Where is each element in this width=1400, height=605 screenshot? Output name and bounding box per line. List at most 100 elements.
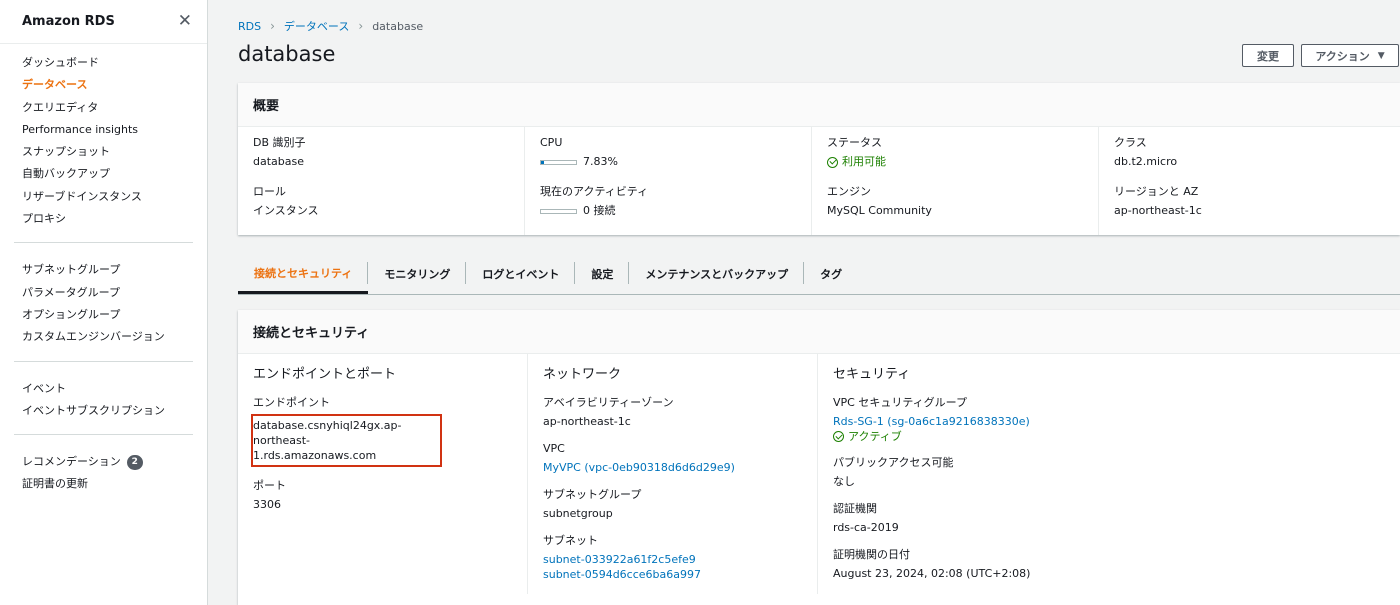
sidebar-item-automated-backups[interactable]: 自動バックアップ bbox=[22, 163, 207, 185]
db-id-label: DB 識別子 bbox=[253, 136, 306, 149]
close-icon[interactable]: ✕ bbox=[178, 13, 192, 30]
chevron-right-icon: › bbox=[270, 19, 275, 33]
sidebar-group-config: サブネットグループ パラメータグループ オプショングループ カスタムエンジンバー… bbox=[0, 251, 207, 354]
region-label: リージョンと AZ bbox=[1114, 185, 1199, 198]
subnet-group-value: subnetgroup bbox=[543, 507, 613, 520]
tab-configuration[interactable]: 設定 bbox=[575, 254, 630, 294]
sidebar-item-snapshots[interactable]: スナップショット bbox=[22, 141, 207, 163]
actions-button-label: アクション bbox=[1315, 49, 1370, 63]
sidebar-group-misc: レコメンデーション 2 証明書の更新 bbox=[0, 443, 207, 502]
sidebar-item-databases[interactable]: データベース bbox=[22, 74, 207, 96]
sidebar-divider bbox=[14, 360, 193, 362]
caret-down-icon: ▼ bbox=[1377, 50, 1385, 61]
cpu-progress-bar bbox=[540, 159, 577, 165]
sidebar-item-parameter-groups[interactable]: パラメータグループ bbox=[22, 282, 207, 304]
activity-value: 0 接続 bbox=[540, 204, 796, 218]
breadcrumb-databases[interactable]: データベース bbox=[284, 18, 349, 34]
chevron-right-icon: › bbox=[358, 19, 364, 33]
sidebar-item-proxies[interactable]: プロキシ bbox=[22, 208, 207, 230]
endpoint-value[interactable]: database.csnyhiql24gx.ap-northeast- 1.rd… bbox=[251, 414, 442, 467]
connectivity-grid: エンドポイントとポート エンドポイント database.csnyhiql24g… bbox=[238, 354, 1400, 594]
class-label: クラス bbox=[1114, 136, 1147, 149]
breadcrumb: RDS › データベース › database bbox=[238, 18, 423, 34]
sidebar-item-performance-insights[interactable]: Performance insights bbox=[22, 119, 207, 141]
security-group-label: VPC セキュリティグループ bbox=[833, 396, 968, 409]
port-value: 3306 bbox=[253, 498, 281, 511]
security-group-value: Rds-SG-1 (sg-0a6c1a9216838330e) アクティブ bbox=[833, 414, 1093, 444]
sidebar-divider bbox=[14, 242, 193, 244]
tab-monitoring[interactable]: モニタリング bbox=[368, 254, 467, 294]
status-text: 利用可能 bbox=[842, 155, 886, 168]
actions-button[interactable]: アクション ▼ bbox=[1301, 44, 1399, 67]
sidebar: Amazon RDS ✕ ダッシュボード データベース クエリエディタ Perf… bbox=[0, 0, 208, 605]
check-circle-icon bbox=[833, 431, 844, 442]
subnets-label: サブネット bbox=[543, 534, 598, 547]
class-value: db.t2.micro bbox=[1114, 155, 1178, 168]
region-value: ap-northeast-1c bbox=[1114, 204, 1202, 217]
sidebar-item-events[interactable]: イベント bbox=[22, 378, 207, 400]
sidebar-item-certificate-update[interactable]: 証明書の更新 bbox=[22, 473, 207, 495]
activity-progress-bar bbox=[540, 208, 577, 214]
modify-button[interactable]: 変更 bbox=[1242, 44, 1294, 67]
role-label: ロール bbox=[253, 185, 286, 198]
breadcrumb-rds[interactable]: RDS bbox=[238, 20, 261, 33]
tab-tags[interactable]: タグ bbox=[804, 254, 858, 294]
subnet-group-label: サブネットグループ bbox=[543, 488, 642, 501]
endpoint-line-2: 1.rds.amazonaws.com bbox=[253, 449, 377, 462]
engine-label: エンジン bbox=[827, 185, 871, 198]
engine-value: MySQL Community bbox=[827, 204, 932, 217]
activity-label: 現在のアクティビティ bbox=[540, 185, 649, 198]
sidebar-item-event-subscriptions[interactable]: イベントサブスクリプション bbox=[22, 400, 207, 422]
summary-panel: 概要 DB 識別子 database ロール インスタンス CPU 7.83% … bbox=[238, 83, 1400, 235]
breadcrumb-current: database bbox=[372, 19, 424, 33]
tab-maintenance-backup[interactable]: メンテナンスとバックアップ bbox=[629, 254, 804, 294]
sidebar-item-custom-engine-versions[interactable]: カスタムエンジンバージョン bbox=[22, 326, 207, 348]
sidebar-header: Amazon RDS ✕ bbox=[0, 0, 207, 44]
security-column: セキュリティ VPC セキュリティグループ Rds-SG-1 (sg-0a6c1… bbox=[818, 354, 1108, 594]
security-group-status-text: アクティブ bbox=[848, 430, 902, 443]
vpc-link[interactable]: MyVPC (vpc-0eb90318d6d6d29e9) bbox=[543, 461, 735, 474]
az-label: アベイラビリティーゾーン bbox=[543, 396, 674, 409]
cpu-progress-fill bbox=[541, 160, 544, 164]
role-value: インスタンス bbox=[253, 204, 319, 217]
status-label: ステータス bbox=[827, 136, 882, 149]
vpc-label: VPC bbox=[543, 442, 565, 455]
az-value: ap-northeast-1c bbox=[543, 415, 631, 428]
sidebar-group-events: イベント イベントサブスクリプション bbox=[0, 370, 207, 429]
sidebar-item-query-editor[interactable]: クエリエディタ bbox=[22, 97, 207, 119]
summary-col-cpu: CPU 7.83% 現在のアクティビティ 0 接続 bbox=[525, 127, 812, 235]
sidebar-item-dashboard[interactable]: ダッシュボード bbox=[22, 52, 207, 74]
tab-connectivity-security[interactable]: 接続とセキュリティ bbox=[238, 254, 369, 294]
sidebar-group-main: ダッシュボード データベース クエリエディタ Performance insig… bbox=[0, 44, 207, 236]
summary-col-identifier: DB 識別子 database ロール インスタンス bbox=[238, 127, 525, 235]
network-section-title: ネットワーク bbox=[543, 367, 622, 382]
check-circle-icon bbox=[827, 156, 838, 168]
summary-grid: DB 識別子 database ロール インスタンス CPU 7.83% 現在の… bbox=[238, 127, 1400, 235]
endpoint-section-title: エンドポイントとポート bbox=[253, 367, 397, 382]
subnet-link[interactable]: subnet-033922a61f2c5efe9 bbox=[543, 552, 802, 567]
sidebar-item-option-groups[interactable]: オプショングループ bbox=[22, 304, 207, 326]
page-title: database bbox=[238, 42, 336, 66]
detail-tabs: 接続とセキュリティ モニタリング ログとイベント 設定 メンテナンスとバックアッ… bbox=[238, 254, 1400, 295]
security-group-link[interactable]: Rds-SG-1 (sg-0a6c1a9216838330e) bbox=[833, 414, 1093, 429]
ca-date-value: August 23, 2024, 02:08 (UTC+2:08) bbox=[833, 567, 1031, 580]
sidebar-item-recommendations[interactable]: レコメンデーション 2 bbox=[22, 451, 207, 473]
connectivity-panel: 接続とセキュリティ エンドポイントとポート エンドポイント database.c… bbox=[238, 310, 1400, 605]
network-column: ネットワーク アベイラビリティーゾーン ap-northeast-1c VPC … bbox=[528, 354, 818, 594]
sidebar-title: Amazon RDS bbox=[22, 14, 115, 29]
recommendation-count-badge: 2 bbox=[126, 454, 143, 470]
connectivity-header: 接続とセキュリティ bbox=[238, 310, 1400, 354]
activity-count: 0 接続 bbox=[583, 204, 616, 217]
sidebar-item-subnet-groups[interactable]: サブネットグループ bbox=[22, 259, 207, 281]
security-group-status: アクティブ bbox=[833, 429, 1093, 444]
summary-col-status: ステータス 利用可能 エンジン MySQL Community bbox=[812, 127, 1099, 235]
public-access-value: なし bbox=[833, 475, 855, 488]
ca-date-label: 証明機関の日付 bbox=[833, 548, 910, 561]
main-content: RDS › データベース › database database 変更 アクショ… bbox=[208, 0, 1400, 605]
tab-logs-events[interactable]: ログとイベント bbox=[466, 254, 576, 294]
subnet-link[interactable]: subnet-0594d6cce6ba6a997 bbox=[543, 567, 802, 582]
sidebar-divider bbox=[14, 434, 193, 436]
cpu-label: CPU bbox=[540, 136, 563, 149]
port-label: ポート bbox=[253, 479, 286, 492]
sidebar-item-reserved-instances[interactable]: リザーブドインスタンス bbox=[22, 186, 207, 208]
